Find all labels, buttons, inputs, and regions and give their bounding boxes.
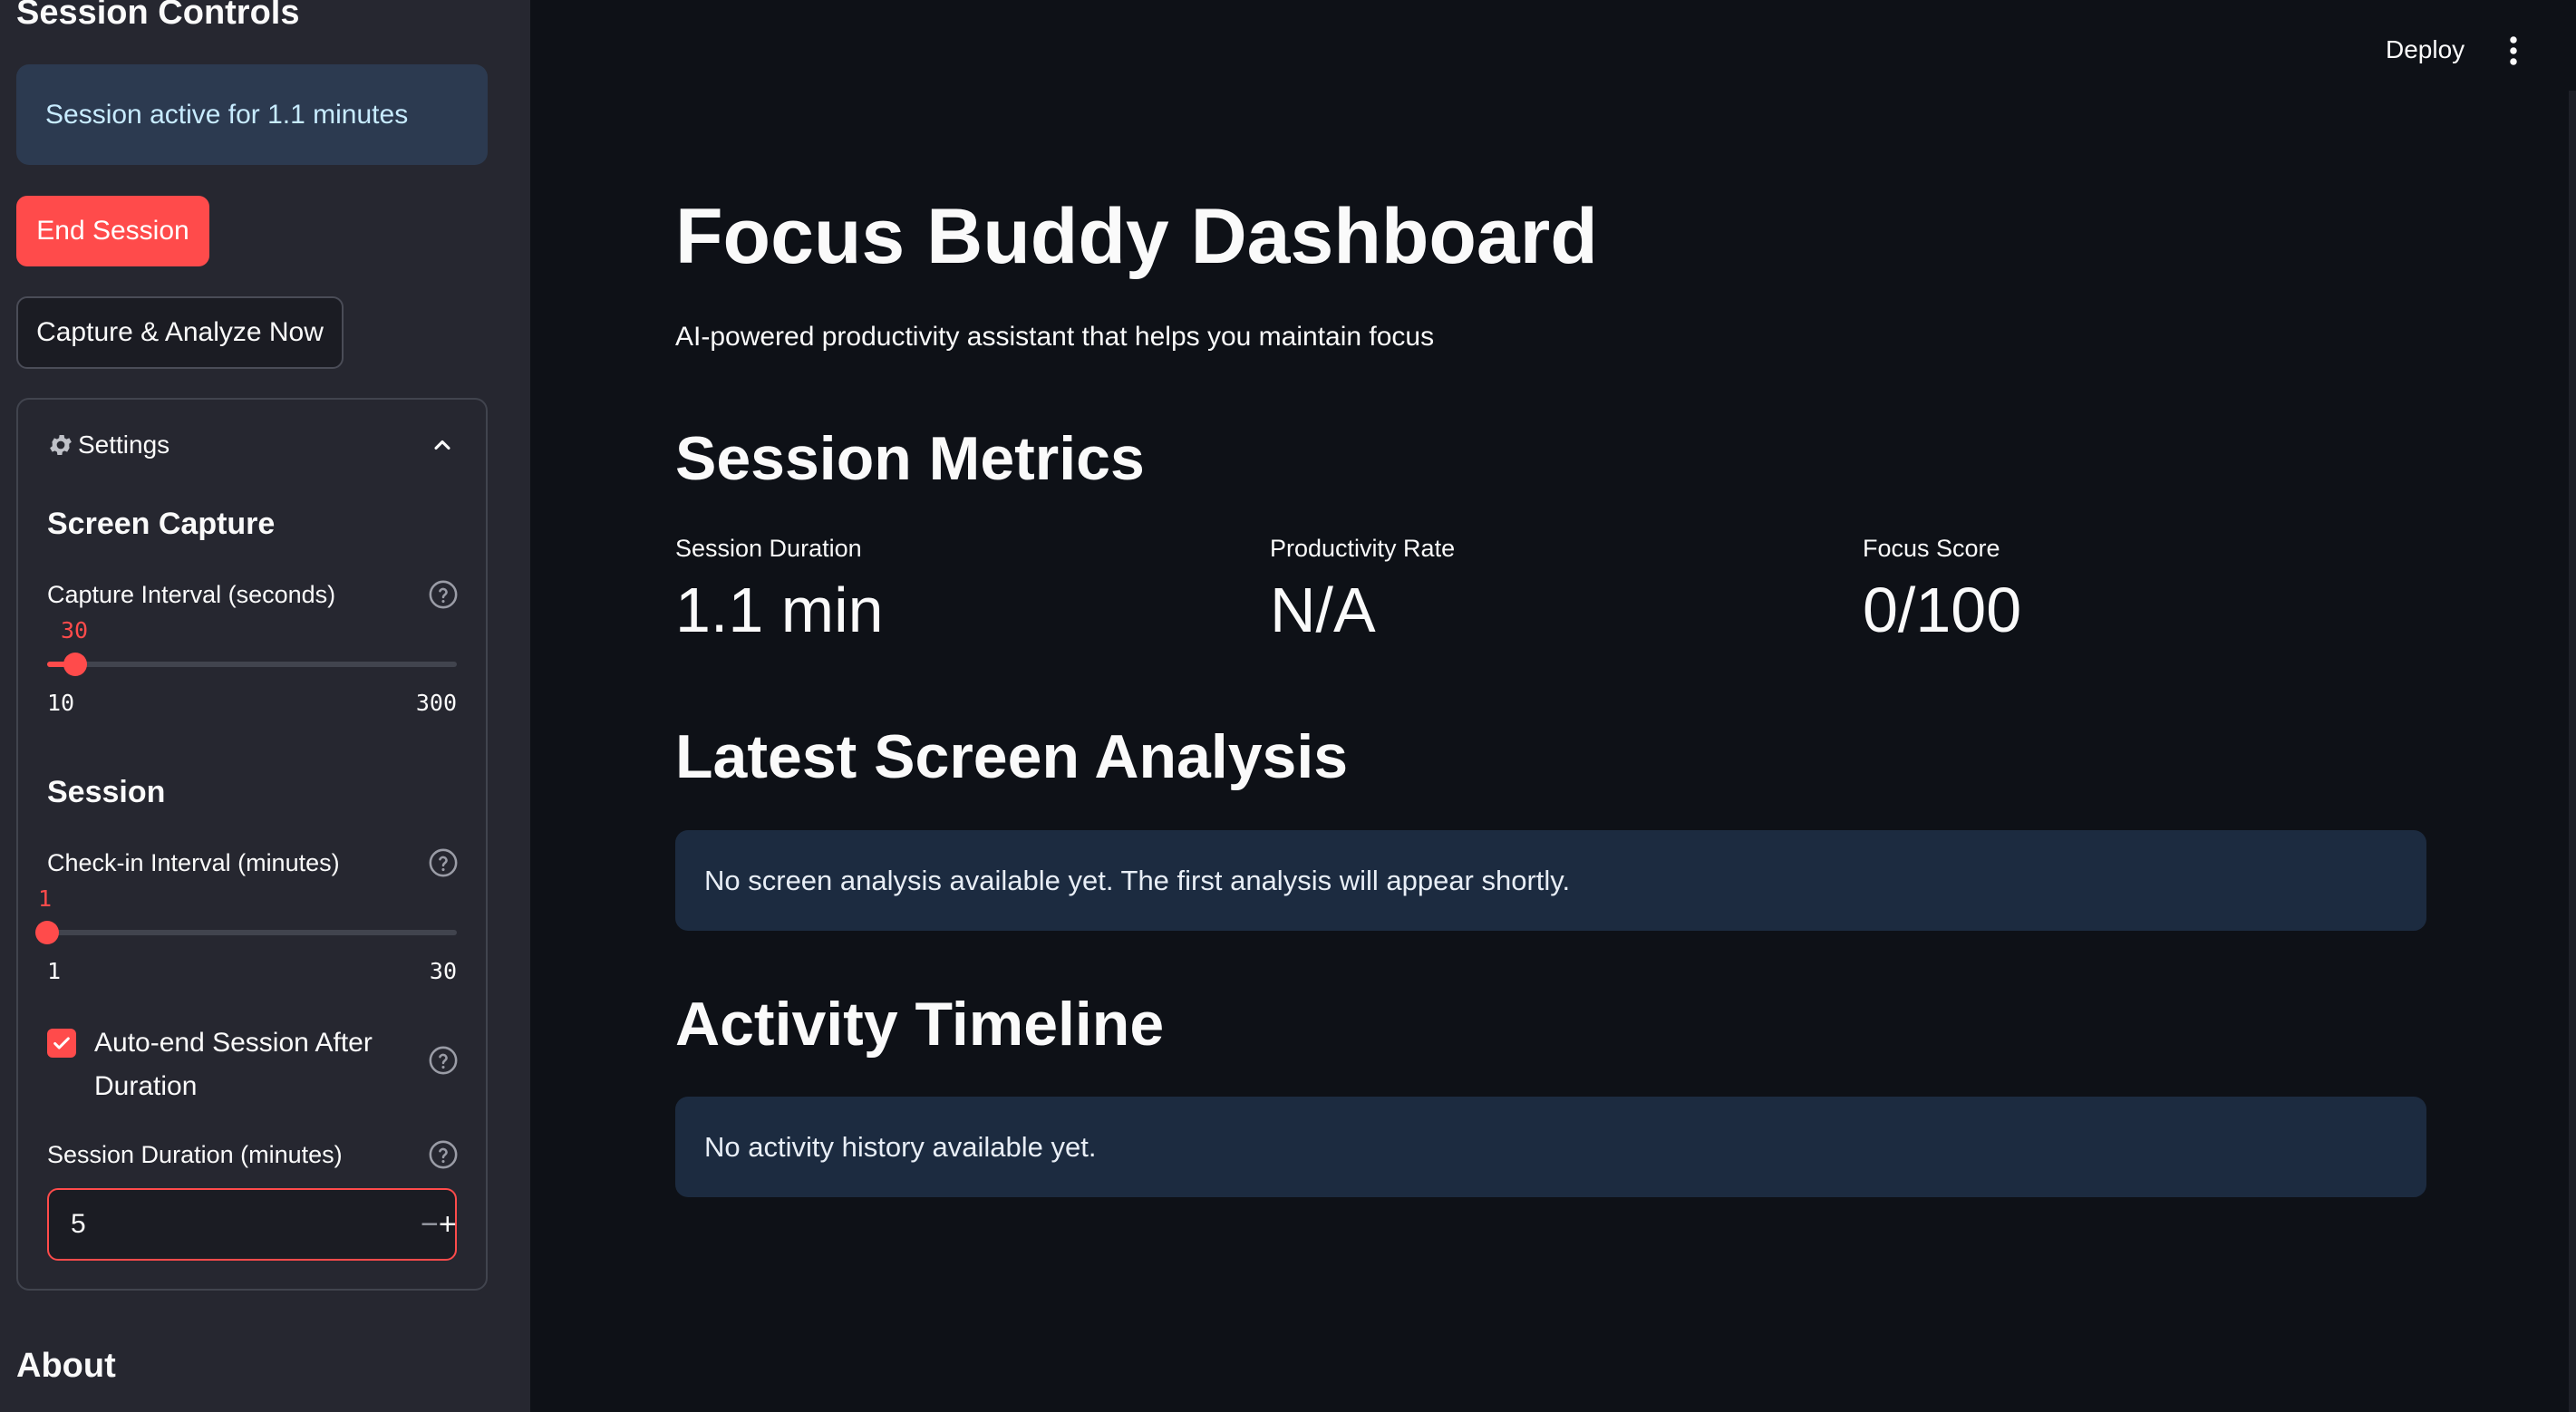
- checkin-interval-min: 1: [47, 958, 62, 984]
- session-duration-field[interactable]: [49, 1209, 421, 1240]
- sidebar: Session Controls Session active for 1.1 …: [0, 0, 530, 1412]
- session-duration-input: − +: [47, 1188, 457, 1261]
- chevron-up-icon[interactable]: [430, 432, 455, 458]
- metric-focus-score: Focus Score 0/100: [1863, 535, 2407, 645]
- deploy-button[interactable]: Deploy: [2373, 27, 2477, 73]
- end-session-button[interactable]: End Session: [16, 196, 209, 266]
- checkin-interval-slider[interactable]: [35, 921, 457, 944]
- checkin-interval-max: 30: [429, 958, 457, 984]
- analysis-info-text: No screen analysis available yet. The fi…: [704, 864, 1571, 896]
- timeline-info-box: No activity history available yet.: [675, 1097, 2426, 1197]
- session-metrics-heading: Session Metrics: [675, 424, 1145, 493]
- gear-icon: [50, 435, 72, 455]
- session-heading: Session: [47, 775, 166, 809]
- checkmark-icon: [53, 1037, 70, 1049]
- sidebar-title: Session Controls: [16, 0, 300, 32]
- session-duration-label: Session Duration (minutes): [47, 1141, 343, 1168]
- metric-label: Session Duration: [675, 535, 862, 562]
- settings-expander-header[interactable]: Settings: [47, 425, 464, 465]
- help-icon[interactable]: [428, 579, 459, 610]
- scrollbar[interactable]: [2569, 91, 2576, 1412]
- help-icon[interactable]: [428, 847, 459, 878]
- capture-interval-value: 30: [61, 617, 89, 643]
- page-title: Focus Buddy Dashboard: [675, 193, 1598, 280]
- help-icon[interactable]: [428, 1045, 459, 1076]
- latest-analysis-heading: Latest Screen Analysis: [675, 722, 1349, 791]
- capture-interval-min: 10: [47, 690, 75, 716]
- decrement-button[interactable]: −: [421, 1190, 439, 1259]
- timeline-info-text: No activity history available yet.: [704, 1130, 1097, 1163]
- about-heading: About: [16, 1347, 116, 1385]
- checkin-interval-thumb[interactable]: [35, 921, 59, 944]
- help-icon[interactable]: [428, 1139, 459, 1170]
- kebab-menu-icon[interactable]: [2498, 33, 2529, 69]
- activity-timeline-heading: Activity Timeline: [675, 990, 1165, 1059]
- screen-capture-heading: Screen Capture: [47, 507, 276, 541]
- session-status-info: Session active for 1.1 minutes: [16, 64, 488, 165]
- metric-value: N/A: [1270, 575, 1376, 645]
- metric-label: Productivity Rate: [1270, 535, 1456, 562]
- session-status-text: Session active for 1.1 minutes: [45, 99, 409, 130]
- capture-interval-max: 300: [415, 690, 457, 716]
- analysis-info-box: No screen analysis available yet. The fi…: [675, 830, 2426, 931]
- metric-label: Focus Score: [1863, 535, 2000, 562]
- metric-value: 0/100: [1863, 575, 2022, 645]
- auto-end-label[interactable]: Auto-end Session After Duration: [94, 1021, 402, 1108]
- page-subtitle: AI-powered productivity assistant that h…: [675, 322, 1435, 352]
- capture-interval-label: Capture Interval (seconds): [47, 581, 336, 608]
- auto-end-checkbox[interactable]: [47, 1029, 76, 1058]
- settings-expander: Settings Screen Capture Capture Interval…: [16, 398, 488, 1291]
- increment-button[interactable]: +: [439, 1190, 457, 1259]
- capture-interval-thumb[interactable]: [63, 653, 87, 676]
- checkin-interval-label: Check-in Interval (minutes): [47, 849, 340, 876]
- settings-label: Settings: [78, 430, 170, 459]
- metric-productivity-rate: Productivity Rate N/A: [1270, 535, 1814, 645]
- checkin-interval-value: 1: [38, 885, 53, 912]
- metric-session-duration: Session Duration 1.1 min: [675, 535, 1219, 645]
- metric-value: 1.1 min: [675, 575, 884, 645]
- capture-analyze-button[interactable]: Capture & Analyze Now: [16, 296, 344, 369]
- capture-interval-slider[interactable]: [47, 653, 457, 676]
- app-root: Session Controls Session active for 1.1 …: [0, 0, 2576, 1412]
